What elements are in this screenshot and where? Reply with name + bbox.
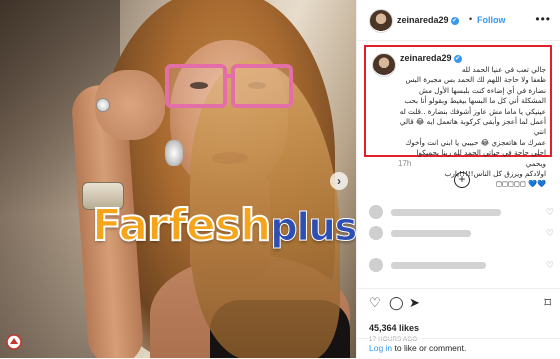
follow-button[interactable]: Follow xyxy=(477,15,506,25)
caption-line: المشكلة أني كل ما البسها بيغيط وبقولو أن… xyxy=(404,96,546,106)
caption-avatar[interactable] xyxy=(372,53,396,77)
chevron-right-icon: › xyxy=(337,174,341,188)
post-photo[interactable]: › xyxy=(0,0,356,358)
verified-badge-icon: ✔ xyxy=(450,16,459,25)
login-prompt-text: to like or comment. xyxy=(392,343,467,353)
comment-row: ♡ xyxy=(369,226,554,244)
caption-line: اولادكم ويرزق كل الناس!!!!!يارب xyxy=(444,169,546,179)
caption-line: عينيكي يا ماما مش عاوز أشوفك بنضارة ..قل… xyxy=(399,106,546,116)
post-side-panel: zeinareda29 ✔ • Follow ••• zeinareda29 ✔ ج… xyxy=(356,0,560,358)
post-actions-bar: ♡ ◯ ➤ ⌑ xyxy=(357,288,560,313)
watermark-plus: plus xyxy=(270,205,358,250)
caption-line: ظعفا ولا حاجة اللهم لك الحمد بس مجبرة ال… xyxy=(405,75,546,85)
caption-text: جالي تعب في عنيا الحمد لله ظعفا ولا حاجة… xyxy=(396,65,546,190)
comment-blurred-text xyxy=(391,262,486,269)
comment-blurred-text xyxy=(391,209,501,216)
caption-time: 17h xyxy=(398,159,412,168)
more-options-icon[interactable]: ••• xyxy=(535,12,551,26)
comment-row: ♡ xyxy=(369,205,554,223)
next-image-button[interactable]: › xyxy=(330,172,348,190)
header-separator: • xyxy=(469,14,473,24)
verified-badge-icon: ✔ xyxy=(453,54,462,63)
comment-like-icon[interactable]: ♡ xyxy=(546,228,554,239)
login-link[interactable]: Log in xyxy=(369,343,392,353)
like-heart-icon[interactable]: ♡ xyxy=(369,295,381,311)
comment-blurred-text xyxy=(391,230,471,237)
caption-line: 💙💙 ◻◻◻◻◻ xyxy=(495,179,546,189)
comment-icon[interactable]: ◯ xyxy=(389,295,404,311)
comment-row: ♡ xyxy=(369,258,554,276)
glasses-lens-left xyxy=(165,64,227,108)
corner-logo-icon xyxy=(6,334,22,350)
caption-line: جالي تعب في عنيا الحمد لله xyxy=(461,65,546,74)
caption-username[interactable]: zeinareda29 ✔ xyxy=(400,53,462,63)
load-more-comments-icon[interactable]: + xyxy=(454,172,470,188)
comment-avatar[interactable] xyxy=(369,205,383,219)
caption-line: عمرك ما هاتعجزي 😂 حبيبي يا ابني انت وأخو… xyxy=(405,137,546,147)
login-prompt: Log in to like or comment. xyxy=(369,343,466,353)
post-header: zeinareda29 ✔ • Follow ••• xyxy=(357,0,560,41)
username-text[interactable]: zeinareda29 xyxy=(397,15,449,25)
caption-line: أعمل لما أعجز وأبقى كركوبة هاتعمل ايه 😂 … xyxy=(399,117,546,137)
earring xyxy=(165,140,183,166)
comment-avatar[interactable] xyxy=(369,258,383,272)
instagram-post: › Farfeshplus.com zeinareda29✔ • Follow … xyxy=(0,0,560,358)
caption-line: احلي حاجة في حياتي الحمد لله ربنا يحميكو… xyxy=(416,148,546,168)
caption-username-text[interactable]: zeinareda29 xyxy=(400,53,452,63)
caption-line: نضارة في أي إضاءة كنت بلبسها الأول مش xyxy=(418,85,546,95)
comment-like-icon[interactable]: ♡ xyxy=(546,260,554,271)
caption-highlight-box: zeinareda29 ✔ جالي تعب في عنيا الحمد لله … xyxy=(364,45,552,188)
watermark-farfesh: Farfesh xyxy=(91,199,272,252)
share-icon[interactable]: ➤ xyxy=(409,295,420,311)
bookmark-icon[interactable]: ⌑ xyxy=(544,295,551,311)
glasses-lens-right xyxy=(231,64,293,108)
likes-count[interactable]: 45,364 likes xyxy=(369,323,419,333)
avatar[interactable] xyxy=(369,9,393,33)
comment-avatar[interactable] xyxy=(369,226,383,240)
comment-like-icon[interactable]: ♡ xyxy=(546,207,554,218)
header-username[interactable]: zeinareda29 ✔ xyxy=(397,15,459,25)
ring xyxy=(96,98,110,112)
pink-glasses xyxy=(165,58,295,108)
